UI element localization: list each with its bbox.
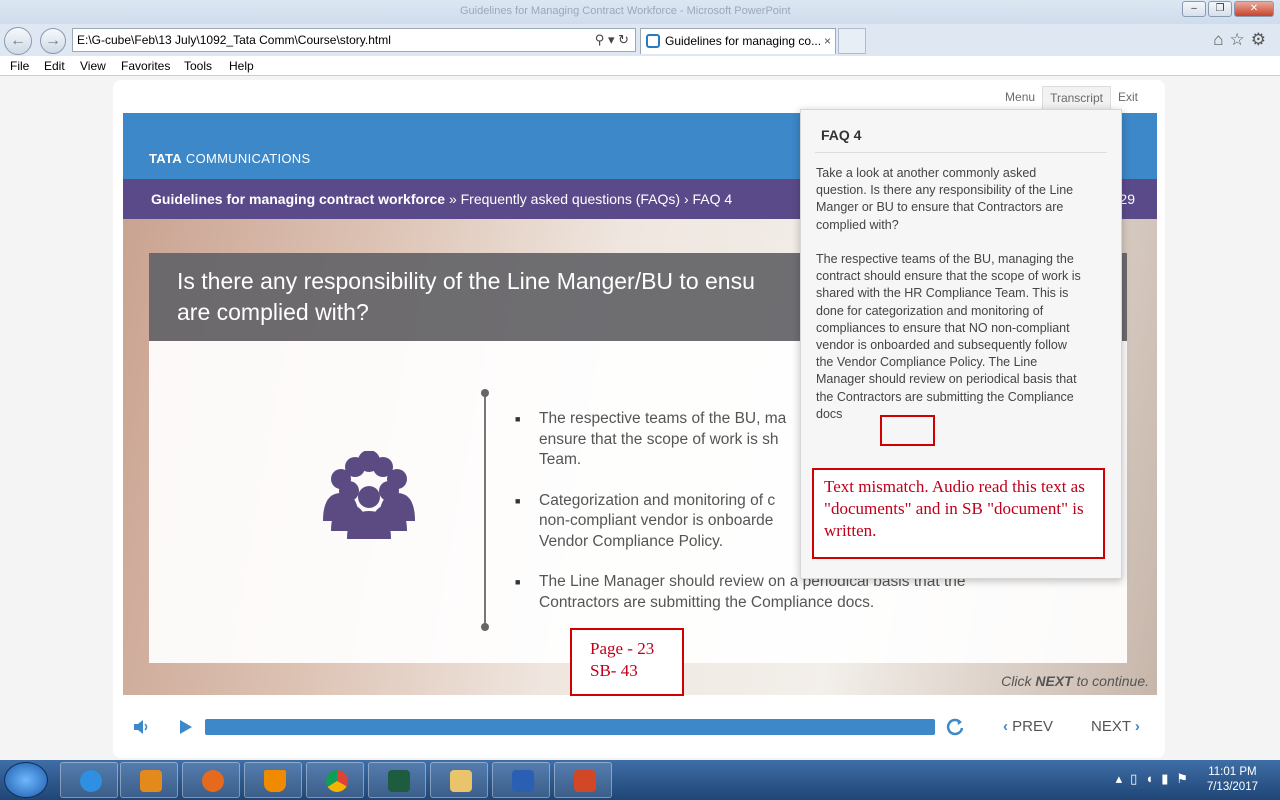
menu-file[interactable]: File: [10, 59, 29, 73]
menu-edit[interactable]: Edit: [44, 59, 65, 73]
taskbar-media[interactable]: [120, 762, 178, 798]
maximize-button[interactable]: ❐: [1208, 1, 1232, 17]
volume-icon[interactable]: [133, 719, 151, 735]
address-text: E:\G-cube\Feb\13 July\1092_Tata Comm\Cou…: [77, 33, 391, 47]
powerpoint-icon: [574, 770, 596, 792]
firefox-icon: [202, 770, 224, 792]
window-titlebar: Guidelines for Managing Contract Workfor…: [0, 0, 1280, 24]
transcript-tab[interactable]: Transcript: [1042, 86, 1111, 109]
replay-icon[interactable]: [945, 717, 965, 737]
taskbar-powerpoint[interactable]: [554, 762, 612, 798]
dropdown-icon[interactable]: ▾: [608, 32, 615, 47]
next-button[interactable]: NEXT ›: [1091, 718, 1140, 735]
menu-view[interactable]: View: [80, 59, 106, 73]
chevron-left-icon: ‹: [1003, 718, 1008, 735]
tray-expand-icon[interactable]: ▴: [1116, 771, 1131, 786]
breadcrumb-course: Guidelines for managing contract workfor…: [151, 191, 446, 207]
company-logo: TATA COMMUNICATIONS: [149, 151, 311, 166]
minimize-button[interactable]: –: [1182, 1, 1206, 17]
app-s-icon: [388, 770, 410, 792]
player-controls: ‹ PREV NEXT ›: [113, 705, 1165, 749]
back-icon[interactable]: ←: [4, 27, 32, 55]
progress-bar[interactable]: [205, 719, 935, 735]
taskbar-vlc[interactable]: [244, 762, 302, 798]
review-comment: Text mismatch. Audio read this text as "…: [812, 468, 1105, 559]
refresh-icon[interactable]: ↻: [618, 32, 629, 47]
taskbar-ie[interactable]: [60, 762, 118, 798]
media-player-icon: [140, 770, 162, 792]
taskbar-clock[interactable]: 11:01 PM 7/13/2017: [1207, 765, 1258, 795]
transcript-paragraph-2: The respective teams of the BU, managing…: [816, 252, 1081, 421]
menu-tab[interactable]: Menu: [998, 86, 1042, 109]
power-icon[interactable]: ▯: [1130, 771, 1145, 786]
clock-date: 7/13/2017: [1206, 781, 1258, 793]
breadcrumb-path: » Frequently asked questions (FAQs) › FA…: [445, 191, 733, 207]
people-group-icon: [323, 451, 415, 539]
ie-icon: [80, 770, 102, 792]
taskbar-word[interactable]: [492, 762, 550, 798]
taskbar-app-s[interactable]: [368, 762, 426, 798]
exit-button[interactable]: Exit: [1111, 86, 1145, 109]
menu-tools[interactable]: Tools: [184, 59, 212, 73]
folder-icon: [450, 770, 472, 792]
chrome-icon: [326, 770, 348, 792]
transcript-divider: [815, 152, 1107, 153]
divider-line: [484, 393, 486, 627]
address-bar[interactable]: E:\G-cube\Feb\13 July\1092_Tata Comm\Cou…: [72, 28, 636, 52]
start-button[interactable]: [4, 762, 48, 798]
menu-help[interactable]: Help: [229, 59, 254, 73]
taskbar-firefox[interactable]: [182, 762, 240, 798]
close-window-button[interactable]: ✕: [1234, 1, 1274, 17]
play-icon[interactable]: [179, 719, 193, 735]
divider-dot-top: [481, 389, 489, 397]
browser-tab[interactable]: Guidelines for managing co... ×: [640, 28, 836, 54]
taskbar-explorer[interactable]: [430, 762, 488, 798]
new-tab-button[interactable]: [838, 28, 866, 54]
favorites-star-icon[interactable]: ☆: [1230, 30, 1251, 49]
menu-favorites[interactable]: Favorites: [121, 59, 170, 73]
transcript-title: FAQ 4: [821, 127, 862, 143]
address-actions: ⚲ ▾ ↻: [595, 29, 629, 51]
home-icon[interactable]: ⌂: [1213, 30, 1229, 49]
taskbar-chrome[interactable]: [306, 762, 364, 798]
menu-bar: File Edit View Favorites Tools Help: [0, 56, 1280, 76]
speaker-icon[interactable]: ◖: [1145, 771, 1161, 786]
tab-close-icon[interactable]: ×: [824, 29, 831, 53]
transcript-paragraph-1: Take a look at another commonly asked qu…: [816, 166, 1074, 232]
player-top-nav: Menu Transcript Exit: [998, 86, 1145, 109]
forward-icon[interactable]: →: [40, 28, 66, 54]
gear-icon[interactable]: ⚙: [1251, 30, 1272, 49]
search-icon[interactable]: ⚲: [595, 32, 605, 47]
page-reference-note: Page - 23 SB- 43: [570, 628, 684, 696]
windows-taskbar: ▴▯◖▮⚑ 11:01 PM 7/13/2017: [0, 760, 1280, 800]
highlight-box: [880, 415, 935, 446]
browser-navbar: ← → E:\G-cube\Feb\13 July\1092_Tata Comm…: [0, 24, 1280, 56]
chevron-right-icon: ›: [1134, 718, 1140, 735]
flag-icon[interactable]: ⚑: [1176, 771, 1196, 786]
continue-instruction: Click NEXT to continue.: [1001, 673, 1149, 689]
word-icon: [512, 770, 534, 792]
prev-button[interactable]: ‹ PREV: [1003, 718, 1053, 735]
vlc-icon: [264, 770, 286, 792]
system-tray: ▴▯◖▮⚑: [1116, 771, 1196, 787]
ie-page-icon: [646, 34, 660, 48]
clock-time: 11:01 PM: [1208, 766, 1257, 778]
network-icon[interactable]: ▮: [1161, 771, 1176, 786]
window-title: Guidelines for Managing Contract Workfor…: [460, 5, 791, 17]
divider-dot-bottom: [481, 623, 489, 631]
tab-title: Guidelines for managing co...: [665, 34, 822, 48]
window-controls: – ❐ ✕: [1182, 1, 1274, 17]
browser-toolbar-icons: ⌂☆⚙: [1213, 30, 1272, 50]
